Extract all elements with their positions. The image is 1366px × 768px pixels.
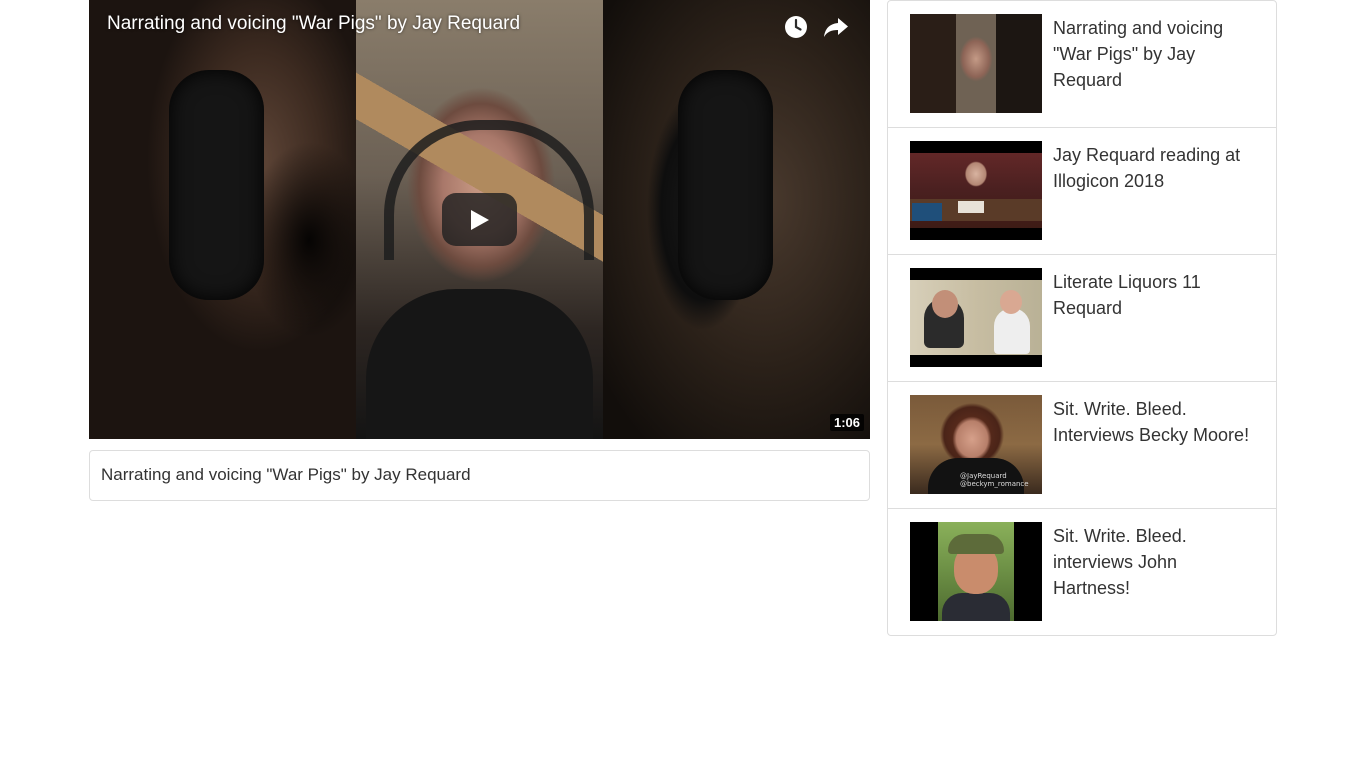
video-thumbnail[interactable] [910,141,1042,240]
play-button[interactable] [442,193,517,246]
thumbnail-person-right [994,308,1030,354]
clock-icon [785,16,807,38]
thumbnail-person-right-head [1000,290,1022,314]
playlist-item[interactable]: Literate Liquors 11 Requard [888,254,1276,381]
thumbnail-body [942,593,1010,621]
thumbnail-sign [958,201,984,213]
video-playlist: Narrating and voicing "War Pigs" by Jay … [887,0,1277,636]
video-frame-right [603,0,870,439]
playlist-item-title[interactable]: Narrating and voicing "War Pigs" by Jay … [1053,15,1258,93]
video-thumbnail[interactable] [910,268,1042,367]
playlist-item[interactable]: @JayRequard @beckym_romance Sit. Write. B… [888,381,1276,508]
playlist-item[interactable]: Sit. Write. Bleed. interviews John Hartn… [888,508,1276,635]
headphone-cup-right [678,70,773,300]
video-thumbnail[interactable] [910,522,1042,621]
video-thumbnail[interactable]: @JayRequard @beckym_romance [910,395,1042,494]
playlist-item[interactable]: Jay Requard reading at Illogicon 2018 [888,127,1276,254]
playlist-item-title[interactable]: Sit. Write. Bleed. interviews John Hartn… [1053,523,1258,601]
video-player[interactable]: Narrating and voicing "War Pigs" by Jay … [89,0,870,439]
video-duration: 1:06 [829,414,864,431]
thumbnail-person-left-head [932,290,958,318]
playlist-item[interactable]: Narrating and voicing "War Pigs" by Jay … [888,1,1276,127]
headphone-cup-left [169,70,264,300]
share-arrow-icon [824,18,848,37]
video-caption-box: Narrating and voicing "War Pigs" by Jay … [89,450,870,501]
watch-later-button[interactable] [781,12,811,42]
playlist-item-title[interactable]: Jay Requard reading at Illogicon 2018 [1053,142,1258,194]
share-button[interactable] [821,12,851,42]
video-thumbnail[interactable] [910,14,1042,113]
play-icon [470,209,489,230]
video-title[interactable]: Narrating and voicing "War Pigs" by Jay … [107,13,520,35]
thumbnail-shirt-text: @JayRequard @beckym_romance [960,472,1029,488]
thumbnail-hat [948,534,1004,554]
video-frame-left [89,0,356,439]
playlist-item-title[interactable]: Literate Liquors 11 Requard [1053,269,1258,321]
video-caption: Narrating and voicing "War Pigs" by Jay … [101,465,471,484]
playlist-item-title[interactable]: Sit. Write. Bleed. Interviews Becky Moor… [1053,396,1258,448]
thumbnail-banner [912,203,942,221]
